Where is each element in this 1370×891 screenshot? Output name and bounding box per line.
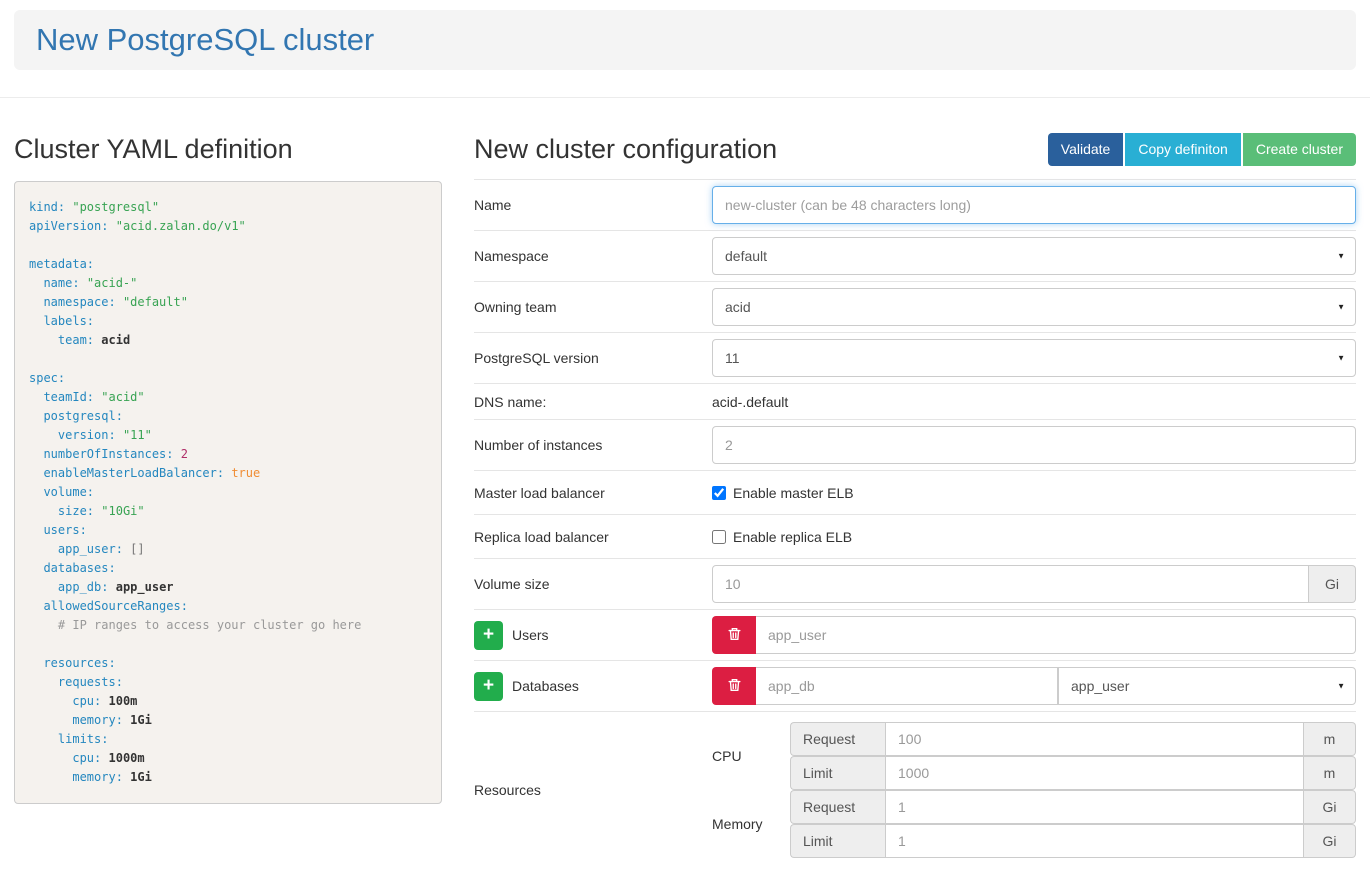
page-header: New PostgreSQL cluster [14,10,1356,70]
replica-elb-checkbox[interactable] [712,530,726,544]
master-lb-label: Master load balancer [474,485,712,501]
cluster-name-input[interactable] [712,186,1356,224]
user-name-input[interactable] [756,616,1356,654]
owning-team-label: Owning team [474,299,712,315]
yaml-panel-heading: Cluster YAML definition [14,132,442,166]
namespace-select[interactable]: default [712,237,1356,275]
instances-label: Number of instances [474,437,712,453]
volume-size-input[interactable] [712,565,1309,603]
yaml-code: kind: "postgresql"apiVersion: "acid.zala… [14,181,442,804]
replica-elb-checkbox-label: Enable replica ELB [733,529,852,545]
cpu-limit-unit: m [1304,756,1356,790]
cpu-label: CPU [712,722,790,790]
name-label: Name [474,197,712,213]
add-database-button[interactable]: + [474,672,503,701]
copy-definition-button[interactable]: Copy definiton [1125,133,1241,166]
cpu-limit-input[interactable] [885,756,1304,790]
name-row: Name [474,179,1356,230]
plus-icon: + [483,676,494,695]
instances-row: Number of instances [474,419,1356,470]
trash-icon [727,626,742,645]
create-cluster-button[interactable]: Create cluster [1243,133,1356,166]
memory-limit-addon: Limit [790,824,885,858]
config-heading: New cluster configuration [474,132,777,166]
pg-version-row: PostgreSQL version 11 ▼ [474,332,1356,383]
resources-row: Resources CPU Memory Request m Limit m [474,711,1356,866]
volume-size-label: Volume size [474,576,712,592]
instances-input[interactable] [712,426,1356,464]
replica-lb-row: Replica load balancer Enable replica ELB [474,514,1356,558]
databases-label: Databases [512,678,579,694]
pg-version-select[interactable]: 11 [712,339,1356,377]
memory-request-unit: Gi [1304,790,1356,824]
namespace-label: Namespace [474,248,712,264]
pg-version-label: PostgreSQL version [474,350,712,366]
databases-row: + Databases app_ [474,660,1356,711]
memory-limit-input[interactable] [885,824,1304,858]
memory-label: Memory [712,790,790,858]
database-name-input[interactable] [756,667,1058,705]
cluster-config-panel: New cluster configuration Validate Copy … [474,98,1356,866]
master-elb-checkbox[interactable] [712,486,726,500]
plus-icon: + [483,625,494,644]
cpu-request-addon: Request [790,722,885,756]
memory-request-input[interactable] [885,790,1304,824]
delete-database-button[interactable] [712,667,756,705]
delete-user-button[interactable] [712,616,756,654]
replica-lb-label: Replica load balancer [474,529,712,545]
memory-limit-unit: Gi [1304,824,1356,858]
cpu-limit-addon: Limit [790,756,885,790]
dns-name-row: DNS name: acid-.default [474,383,1356,419]
cpu-request-group: Request m [790,722,1356,756]
yaml-definition-panel: Cluster YAML definition kind: "postgresq… [14,98,442,804]
cpu-request-input[interactable] [885,722,1304,756]
owning-team-row: Owning team acid ▼ [474,281,1356,332]
page-title: New PostgreSQL cluster [36,22,374,58]
action-buttons: Validate Copy definiton Create cluster [1048,133,1356,166]
cpu-request-unit: m [1304,722,1356,756]
trash-icon [727,677,742,696]
owning-team-select[interactable]: acid [712,288,1356,326]
volume-size-row: Volume size Gi [474,558,1356,609]
master-elb-checkbox-label: Enable master ELB [733,485,854,501]
users-row: + Users [474,609,1356,660]
memory-request-group: Request Gi [790,790,1356,824]
namespace-row: Namespace default ▼ [474,230,1356,281]
memory-limit-group: Limit Gi [790,824,1356,858]
volume-unit-addon: Gi [1309,565,1356,603]
dns-name-label: DNS name: [474,394,712,410]
resources-label: Resources [474,782,712,798]
master-lb-row: Master load balancer Enable master ELB [474,470,1356,514]
memory-request-addon: Request [790,790,885,824]
cpu-limit-group: Limit m [790,756,1356,790]
database-owner-select[interactable]: app_user [1058,667,1356,705]
dns-name-value: acid-.default [712,394,788,410]
validate-button[interactable]: Validate [1048,133,1124,166]
users-label: Users [512,627,549,643]
add-user-button[interactable]: + [474,621,503,650]
